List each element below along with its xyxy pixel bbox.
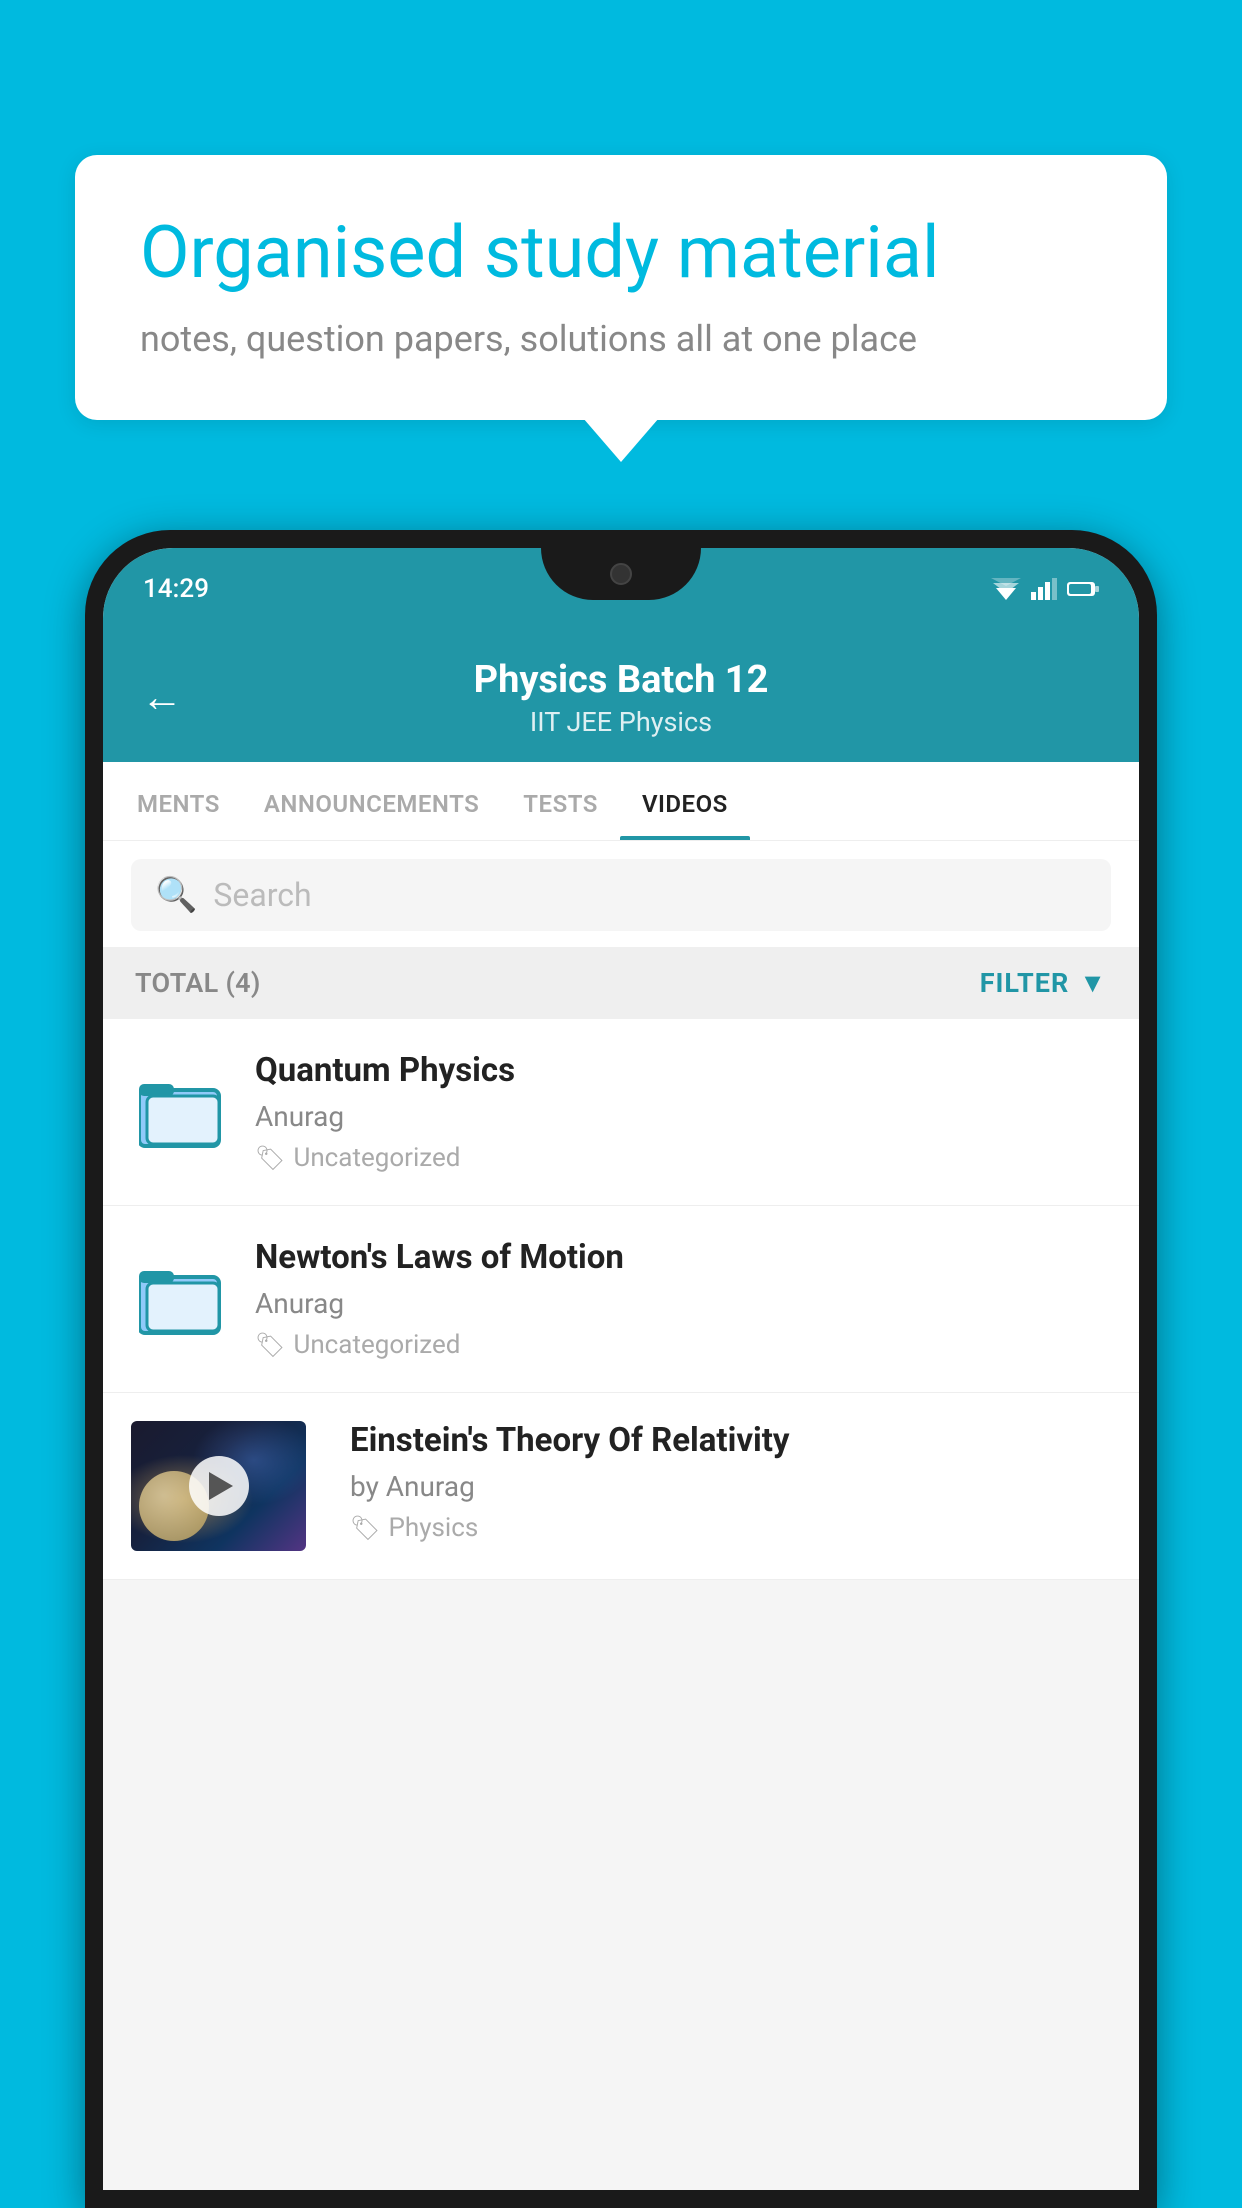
filter-label: FILTER <box>980 967 1070 999</box>
thumb-bg <box>131 1421 306 1551</box>
tab-tests[interactable]: TESTS <box>501 762 620 840</box>
tag-icon: 🏷 <box>255 1331 285 1359</box>
header-title-group: Physics Batch 12 IIT JEE Physics <box>474 658 769 738</box>
total-count: TOTAL (4) <box>135 967 261 999</box>
video-thumbnail <box>131 1421 306 1551</box>
bubble-title: Organised study material <box>140 210 1102 296</box>
camera <box>610 563 632 585</box>
folder-icon-wrap <box>131 1072 231 1152</box>
folder-icon <box>139 1259 224 1339</box>
app-header: ← Physics Batch 12 IIT JEE Physics <box>103 630 1139 762</box>
tag-label: Uncategorized <box>293 1143 460 1173</box>
list-item[interactable]: Quantum Physics Anurag 🏷 Uncategorized <box>103 1019 1139 1206</box>
speech-bubble-container: Organised study material notes, question… <box>75 155 1167 420</box>
video-info: Quantum Physics Anurag 🏷 Uncategorized <box>255 1051 1111 1173</box>
tag-label: Uncategorized <box>293 1330 460 1360</box>
video-title: Einstein's Theory Of Relativity <box>350 1421 1111 1460</box>
play-triangle <box>209 1472 233 1500</box>
video-title: Quantum Physics <box>255 1051 1111 1090</box>
phone-frame: 14:29 <box>85 530 1157 2208</box>
back-button[interactable]: ← <box>141 677 183 719</box>
battery-icon <box>1067 580 1099 598</box>
tag-label: Physics <box>388 1513 478 1543</box>
video-title: Newton's Laws of Motion <box>255 1238 1111 1277</box>
video-list: Quantum Physics Anurag 🏷 Uncategorized <box>103 1019 1139 1580</box>
folder-icon <box>139 1072 224 1152</box>
notch <box>541 548 701 600</box>
header-subtitle: IIT JEE Physics <box>474 706 769 738</box>
tab-ments[interactable]: MENTS <box>115 762 242 840</box>
play-button[interactable] <box>189 1456 249 1516</box>
status-time: 14:29 <box>143 574 209 604</box>
tab-videos[interactable]: VIDEOS <box>620 762 750 840</box>
video-info: Newton's Laws of Motion Anurag 🏷 Uncateg… <box>255 1238 1111 1360</box>
tag-icon: 🏷 <box>255 1144 285 1172</box>
video-author: by Anurag <box>350 1470 1111 1503</box>
tabs-bar: MENTS ANNOUNCEMENTS TESTS VIDEOS <box>103 762 1139 841</box>
status-icons <box>991 578 1099 600</box>
video-tag: 🏷 Physics <box>350 1513 1111 1543</box>
list-item[interactable]: Newton's Laws of Motion Anurag 🏷 Uncateg… <box>103 1206 1139 1393</box>
search-container: 🔍 Search <box>103 841 1139 947</box>
video-author: Anurag <box>255 1100 1111 1133</box>
tag-icon: 🏷 <box>350 1514 380 1542</box>
signal-icon <box>1031 578 1057 600</box>
bubble-subtitle: notes, question papers, solutions all at… <box>140 318 1102 360</box>
wifi-icon <box>991 578 1021 600</box>
video-tag: 🏷 Uncategorized <box>255 1143 1111 1173</box>
search-placeholder: Search <box>213 876 311 914</box>
filter-bar: TOTAL (4) FILTER ▼ <box>103 947 1139 1019</box>
filter-icon: ▼ <box>1079 967 1107 999</box>
search-icon: 🔍 <box>155 875 197 915</box>
list-item[interactable]: Einstein's Theory Of Relativity by Anura… <box>103 1393 1139 1580</box>
video-author: Anurag <box>255 1287 1111 1320</box>
header-title: Physics Batch 12 <box>474 658 769 702</box>
speech-bubble: Organised study material notes, question… <box>75 155 1167 420</box>
folder-icon-wrap <box>131 1259 231 1339</box>
filter-button[interactable]: FILTER ▼ <box>980 967 1107 999</box>
video-info: Einstein's Theory Of Relativity by Anura… <box>350 1421 1111 1543</box>
tab-announcements[interactable]: ANNOUNCEMENTS <box>242 762 501 840</box>
status-bar: 14:29 <box>103 548 1139 630</box>
phone-inner: 14:29 <box>103 548 1139 2190</box>
search-box[interactable]: 🔍 Search <box>131 859 1111 931</box>
video-tag: 🏷 Uncategorized <box>255 1330 1111 1360</box>
